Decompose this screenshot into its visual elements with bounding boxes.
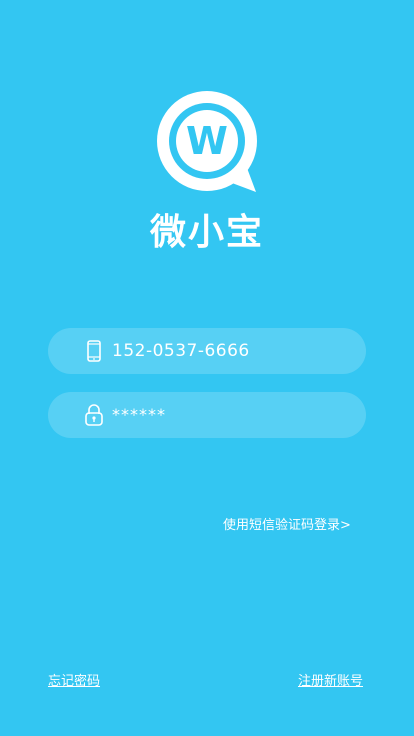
svg-text:W: W (186, 119, 228, 163)
brand-name: 微小宝 (149, 212, 264, 253)
app-logo: W (152, 88, 262, 198)
lock-icon (84, 404, 104, 426)
register-link[interactable]: 注册新账号 (298, 670, 363, 689)
logo-icon: W (157, 91, 257, 192)
sms-login-link[interactable]: 使用短信验证码登录> (223, 514, 351, 533)
password-field[interactable]: ****** (48, 392, 366, 438)
phone-icon (84, 340, 104, 362)
phone-field[interactable]: 152-0537-6666 (48, 328, 366, 374)
forgot-password-link[interactable]: 忘记密码 (48, 670, 100, 689)
password-value: ****** (112, 405, 166, 424)
phone-value: 152-0537-6666 (112, 341, 250, 361)
